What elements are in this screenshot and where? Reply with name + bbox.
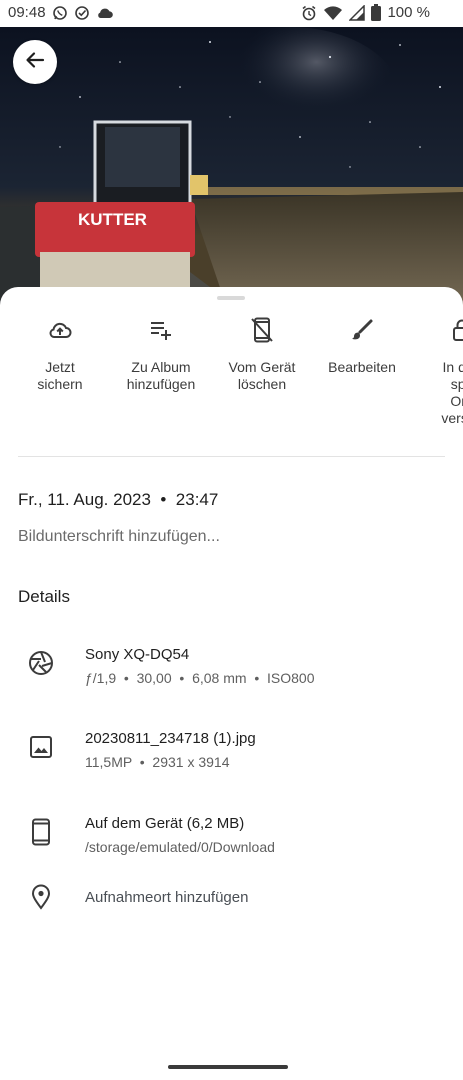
divider — [18, 456, 445, 457]
machine-brand-text: KUTTER — [78, 210, 147, 229]
check-circle-icon — [74, 5, 90, 21]
gesture-nav-bar[interactable] — [168, 1065, 288, 1069]
file-name: 20230811_234718 (1).jpg — [85, 730, 256, 747]
status-bar: 09:48 100 % — [0, 0, 463, 27]
photo-scene: KUTTER — [0, 27, 463, 317]
location-pin-icon — [31, 884, 51, 915]
status-time: 09:48 — [8, 4, 46, 21]
back-button[interactable] — [13, 40, 57, 84]
image-icon — [29, 735, 53, 764]
add-location-label[interactable]: Aufnahmeort hinzufügen — [85, 889, 248, 906]
battery-percent: 100 % — [387, 4, 430, 21]
storage-title: Auf dem Gerät (6,2 MB) — [85, 815, 245, 832]
wifi-icon — [323, 5, 343, 21]
brush-icon — [350, 318, 374, 347]
cloud-upload-icon — [48, 319, 72, 346]
photo-datetime[interactable]: Fr., 11. Aug. 2023 • 23:47 — [18, 490, 218, 510]
details-heading: Details — [18, 587, 70, 606]
delete-from-device-button[interactable]: Vom Gerät löschen — [212, 317, 312, 393]
lock-icon — [451, 318, 463, 347]
whatsapp-icon — [52, 5, 68, 21]
caption-input[interactable]: Bildunterschrift hinzufügen... — [18, 528, 220, 546]
backup-now-button[interactable]: Jetzt sichern — [10, 317, 110, 393]
playlist-add-icon — [149, 319, 173, 346]
aperture-icon — [28, 650, 54, 681]
add-to-album-button[interactable]: Zu Album hinzufügen — [111, 317, 211, 393]
move-to-locked-folder-label: In den spe Ord versch — [441, 359, 463, 426]
move-to-locked-folder-button[interactable]: In den spe Ord versch — [412, 317, 463, 427]
edit-button[interactable]: Bearbeiten — [312, 317, 412, 376]
delete-from-device-label: Vom Gerät löschen — [228, 359, 296, 392]
details-sheet: Jetzt sichern Zu Album hinzufügen Vom Ge… — [0, 287, 463, 1080]
storage-path: /storage/emulated/0/Download — [85, 839, 275, 855]
smartphone-icon — [31, 818, 51, 851]
camera-model: Sony XQ-DQ54 — [85, 646, 190, 663]
alarm-icon — [301, 5, 317, 21]
cloud-icon — [96, 6, 114, 20]
camera-settings: ƒ/1,9 • 30,00 • 6,08 mm • ISO800 — [85, 670, 315, 686]
action-row: Jetzt sichern Zu Album hinzufügen Vom Ge… — [0, 317, 463, 437]
drag-handle[interactable] — [217, 296, 245, 300]
signal-icon — [349, 4, 366, 21]
backup-now-label: Jetzt sichern — [37, 359, 83, 392]
battery-icon — [371, 4, 382, 21]
add-to-album-label: Zu Album hinzufügen — [126, 359, 196, 392]
file-resolution: 11,5MP • 2931 x 3914 — [85, 754, 230, 770]
phone-delete-icon — [251, 317, 273, 348]
edit-label: Bearbeiten — [328, 359, 396, 375]
arrow-left-icon — [24, 49, 46, 76]
photo-preview[interactable]: KUTTER — [0, 27, 463, 317]
